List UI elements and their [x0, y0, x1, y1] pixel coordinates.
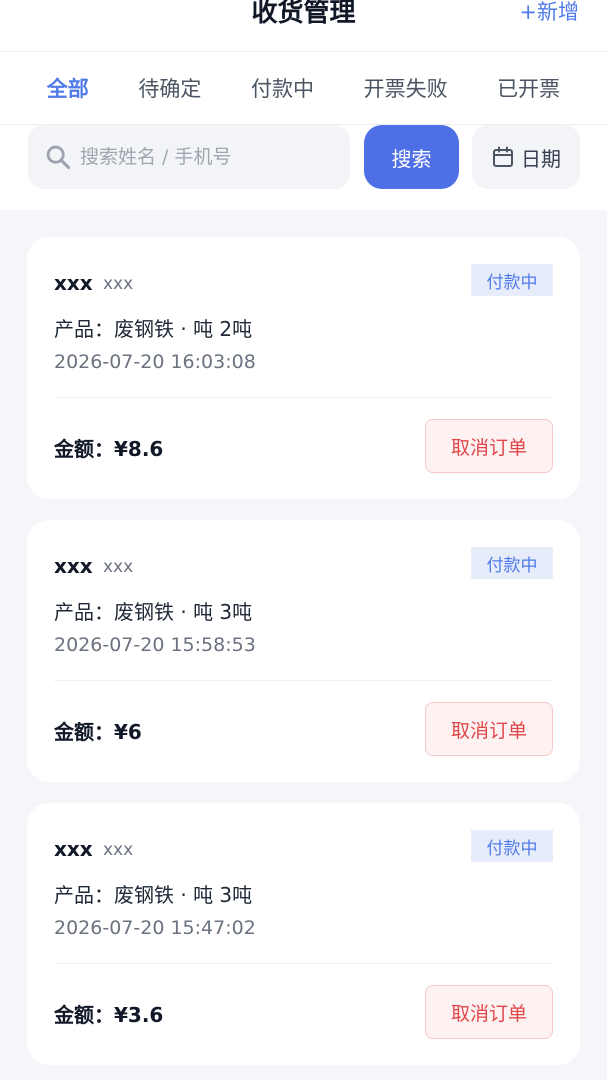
order-card[interactable]: xxx xxx 付款中 产品：废钢铁 · 吨 2吨 2026-07-20 16:… — [27, 237, 580, 499]
calendar-icon — [493, 146, 513, 167]
customer-phone: xxx — [103, 840, 134, 860]
status-badge: 付款中 — [471, 547, 553, 579]
order-card[interactable]: xxx xxx 付款中 产品：废钢铁 · 吨 3吨 2026-07-20 15:… — [27, 520, 580, 782]
search-bar: 搜索 日期 — [0, 125, 607, 210]
customer-name: xxx — [54, 554, 93, 578]
order-amount: 金额：¥8.6 — [54, 437, 164, 461]
search-box[interactable] — [28, 125, 350, 189]
cancel-order-button[interactable]: 取消订单 — [425, 419, 553, 473]
tab-paying[interactable]: 付款中 — [251, 73, 314, 103]
tab-pending-confirm[interactable]: 待确定 — [138, 73, 201, 103]
divider — [54, 963, 553, 964]
divider — [54, 397, 553, 398]
order-time: 2026-07-20 16:03:08 — [54, 351, 256, 373]
customer-name: xxx — [54, 271, 93, 295]
order-amount: 金额：¥6 — [54, 720, 142, 744]
customer-name: xxx — [54, 837, 93, 861]
product-info: 产品：废钢铁 · 吨 2吨 — [54, 317, 253, 341]
order-time: 2026-07-20 15:47:02 — [54, 917, 256, 939]
cancel-order-button[interactable]: 取消订单 — [425, 985, 553, 1039]
date-filter-label: 日期 — [521, 146, 561, 171]
divider — [54, 680, 553, 681]
add-button[interactable]: +新增 — [519, 0, 579, 26]
customer-phone: xxx — [103, 557, 134, 577]
order-amount: 金额：¥3.6 — [54, 1003, 164, 1027]
cancel-order-button[interactable]: 取消订单 — [425, 702, 553, 756]
search-button[interactable]: 搜索 — [364, 125, 459, 189]
status-badge: 付款中 — [471, 830, 553, 862]
search-input[interactable] — [80, 146, 320, 168]
tab-invoiced[interactable]: 已开票 — [497, 73, 560, 103]
order-card[interactable]: xxx xxx 付款中 产品：废钢铁 · 吨 3吨 2026-07-20 15:… — [27, 803, 580, 1065]
page-title: 收货管理 — [251, 0, 356, 28]
tab-all[interactable]: 全部 — [47, 73, 89, 103]
product-info: 产品：废钢铁 · 吨 3吨 — [54, 600, 253, 624]
date-filter-button[interactable]: 日期 — [472, 125, 580, 189]
top-bar: 收货管理 +新增 — [0, 0, 607, 52]
search-icon — [46, 145, 71, 170]
order-time: 2026-07-20 15:58:53 — [54, 634, 256, 656]
tab-invoice-failed[interactable]: 开票失败 — [364, 73, 448, 103]
status-tabs: 全部 待确定 付款中 开票失败 已开票 — [0, 52, 607, 125]
status-badge: 付款中 — [471, 264, 553, 296]
customer-phone: xxx — [103, 274, 134, 294]
product-info: 产品：废钢铁 · 吨 3吨 — [54, 883, 253, 907]
